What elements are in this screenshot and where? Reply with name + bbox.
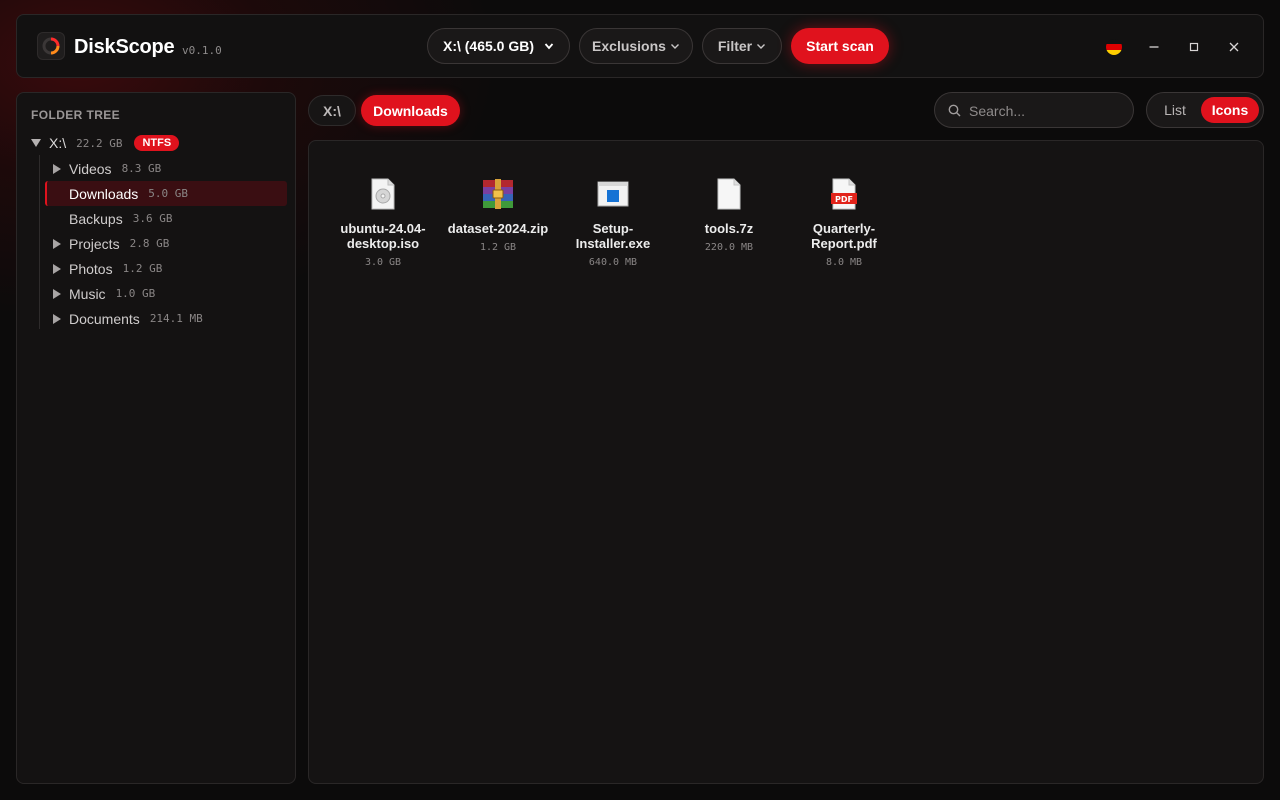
file-name: ubuntu-24.04-	[340, 221, 426, 236]
expand-triangle-icon[interactable]	[53, 238, 61, 249]
file-item-setup-exe[interactable]: Setup- Installer.exe 640.0 MB	[557, 177, 669, 268]
exclusions-label: Exclusions	[592, 38, 666, 54]
pdf-icon-text: PDF	[835, 195, 853, 204]
tree-item-size: 3.6 GB	[132, 212, 173, 225]
tree-item-size: 5.0 GB	[148, 187, 189, 200]
file-size: 8.0 MB	[825, 257, 863, 268]
file-size: 220.0 MB	[704, 242, 754, 253]
tree-item-projects[interactable]: Projects 2.8 GB	[45, 231, 287, 256]
chevron-down-icon	[544, 43, 554, 50]
app-name: DiskScope	[74, 36, 175, 58]
tree-item-label: Projects	[69, 235, 120, 252]
language-flag-icon[interactable]	[1106, 39, 1122, 55]
file-name: Quarterly-	[812, 221, 876, 236]
pdf-icon: PDF	[827, 177, 861, 211]
tree-root-size: 22.2 GB	[76, 136, 123, 150]
breadcrumb-root[interactable]: X:\	[308, 95, 356, 126]
tree-item-label: Music	[69, 285, 106, 302]
file-name: tools.7z	[704, 221, 754, 236]
start-scan-button[interactable]: Start scan	[791, 28, 889, 64]
search-box	[934, 92, 1134, 128]
tree-item-label: Photos	[69, 260, 113, 277]
file-item-tools-7z[interactable]: tools.7z 220.0 MB	[673, 177, 785, 253]
breadcrumb-current[interactable]: Downloads	[361, 95, 460, 126]
title-bar: DiskScope v0.1.0 X:\ (465.0 GB) Exclusio…	[16, 14, 1264, 78]
app-version: v0.1.0	[182, 44, 222, 57]
tree-item-photos[interactable]: Photos 1.2 GB	[45, 256, 287, 281]
search-icon	[948, 104, 961, 117]
drive-select-value: X:\ (465.0 GB)	[442, 38, 535, 54]
tree-item-size: 214.1 MB	[149, 312, 203, 325]
chevron-down-icon	[757, 44, 766, 49]
tree-item-size: 8.3 GB	[121, 162, 162, 175]
disc-image-icon	[366, 177, 400, 211]
file-grid-panel: ubuntu-24.04- desktop.iso 3.0 GB dataset…	[308, 140, 1264, 784]
filter-label: Filter	[717, 38, 753, 54]
tree-item-label: Documents	[69, 310, 140, 327]
expand-triangle-icon[interactable]	[53, 313, 61, 324]
file-size: 3.0 GB	[364, 257, 402, 268]
sidebar-title: FOLDER TREE	[31, 108, 121, 122]
executable-icon	[596, 177, 630, 211]
file-name: Setup-	[592, 221, 634, 236]
view-list-button[interactable]: List	[1155, 97, 1195, 123]
minimize-icon[interactable]	[1142, 35, 1166, 59]
expand-triangle-icon[interactable]	[53, 163, 61, 174]
search-input[interactable]	[969, 101, 1119, 121]
app-logo-icon	[37, 32, 65, 60]
collapse-triangle-icon[interactable]	[31, 139, 41, 147]
archive-icon	[481, 177, 515, 211]
tree-root-item[interactable]: X:\ 22.2 GB NTFS	[31, 133, 180, 153]
file-icon	[712, 177, 746, 211]
file-item-quarterly-pdf[interactable]: PDF Quarterly- Report.pdf 8.0 MB	[788, 177, 900, 268]
view-icons-button[interactable]: Icons	[1201, 97, 1259, 123]
drive-select[interactable]: X:\ (465.0 GB)	[427, 28, 570, 64]
tree-root-label: X:\	[49, 135, 67, 151]
file-name: Report.pdf	[811, 236, 877, 251]
folder-tree-panel: FOLDER TREE X:\ 22.2 GB NTFS Videos 8.3 …	[16, 92, 296, 784]
file-item-dataset-zip[interactable]: dataset-2024.zip 1.2 GB	[442, 177, 554, 253]
tree-item-videos[interactable]: Videos 8.3 GB	[45, 156, 287, 181]
filesystem-badge: NTFS	[134, 135, 180, 151]
file-item-ubuntu-iso[interactable]: ubuntu-24.04- desktop.iso 3.0 GB	[327, 177, 439, 268]
tree-item-label: Backups	[69, 210, 123, 227]
tree-guide-line	[39, 155, 40, 329]
tree-item-backups[interactable]: Backups 3.6 GB	[45, 206, 287, 231]
tree-item-downloads[interactable]: Downloads 5.0 GB	[45, 181, 287, 206]
filter-button[interactable]: Filter	[702, 28, 782, 64]
view-toggle: List Icons	[1146, 92, 1264, 128]
close-icon[interactable]	[1222, 35, 1246, 59]
tree-item-size: 2.8 GB	[129, 237, 170, 250]
tree-item-label: Videos	[69, 160, 112, 177]
file-name: dataset-2024.zip	[447, 221, 549, 236]
tree-item-size: 1.0 GB	[115, 287, 156, 300]
expand-triangle-icon[interactable]	[53, 288, 61, 299]
file-size: 1.2 GB	[479, 242, 517, 253]
tree-item-label: Downloads	[69, 185, 139, 202]
expand-triangle-icon[interactable]	[53, 263, 61, 274]
tree-item-size: 1.2 GB	[122, 262, 163, 275]
tree-item-music[interactable]: Music 1.0 GB	[45, 281, 287, 306]
chevron-down-icon	[670, 44, 679, 49]
file-name: Installer.exe	[575, 236, 651, 251]
file-size: 640.0 MB	[588, 257, 638, 268]
file-name: desktop.iso	[346, 236, 420, 251]
exclusions-button[interactable]: Exclusions	[579, 28, 693, 64]
tree-item-documents[interactable]: Documents 214.1 MB	[45, 306, 287, 331]
maximize-icon[interactable]	[1182, 35, 1206, 59]
